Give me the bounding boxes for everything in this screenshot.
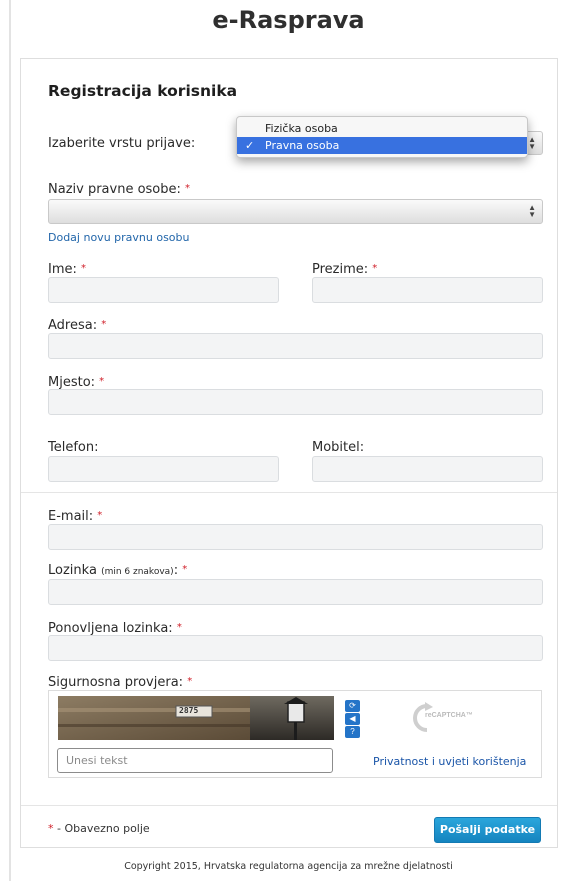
section-divider: [21, 492, 557, 493]
password-label: Lozinka (min 6 znakova): *: [48, 563, 188, 578]
first-name-input[interactable]: [48, 277, 279, 303]
registration-panel: Registracija korisnika Izaberite vrstu p…: [20, 58, 558, 848]
privacy-link[interactable]: Privatnost i uvjeti korištenja: [373, 755, 526, 768]
captcha-image-text: 2875: [179, 706, 199, 715]
city-label: Mjesto: *: [48, 375, 105, 390]
option-label: Pravna osoba: [265, 139, 340, 152]
mobile-label: Mobitel:: [312, 440, 365, 455]
audio-icon[interactable]: ◀: [345, 713, 360, 725]
captcha-label: Sigurnosna provjera: *: [48, 675, 193, 690]
password-input[interactable]: [48, 579, 543, 605]
add-legal-entity-link[interactable]: Dodaj novu pravnu osobu: [48, 231, 190, 244]
refresh-icon[interactable]: ⟳: [345, 700, 360, 712]
captcha-buttons: ⟳ ◀ ?: [345, 700, 360, 739]
captcha-image: 2875: [58, 696, 334, 740]
login-type-label: Izaberite vrstu prijave:: [48, 136, 196, 151]
mobile-input[interactable]: [312, 456, 543, 482]
phone-input[interactable]: [48, 456, 279, 482]
option-fizicka-osoba[interactable]: Fizička osoba: [237, 120, 527, 137]
required-note: * - Obavezno polje: [48, 822, 150, 835]
captcha-widget: 2875 ⟳ ◀ ? reCAPTCHA™ Unesi tekst Privat…: [48, 690, 542, 778]
check-icon: ✓: [245, 139, 255, 152]
first-name-label: Ime: *: [48, 262, 87, 277]
password-repeat-label: Ponovljena lozinka: *: [48, 621, 182, 636]
last-name-label: Prezime: *: [312, 262, 378, 277]
app-title: e-Rasprava: [212, 6, 365, 34]
option-label: Fizička osoba: [265, 122, 338, 135]
legal-entity-select[interactable]: ▲ ▼: [48, 199, 543, 224]
footer-divider: [21, 805, 557, 806]
last-name-input[interactable]: [312, 277, 543, 303]
address-label: Adresa: *: [48, 318, 107, 333]
password-repeat-input[interactable]: [48, 635, 543, 661]
select-arrows-icon: ▲ ▼: [528, 135, 536, 151]
email-label: E-mail: *: [48, 509, 103, 524]
copyright: Copyright 2015, Hrvatska regulatorna age…: [124, 861, 453, 872]
recaptcha-logo: reCAPTCHA™: [405, 701, 475, 735]
section-title: Registracija korisnika: [48, 82, 238, 100]
address-input[interactable]: [48, 333, 543, 359]
email-input[interactable]: [48, 524, 543, 550]
left-border: [9, 0, 11, 881]
captcha-input[interactable]: Unesi tekst: [57, 748, 333, 773]
help-icon[interactable]: ?: [345, 726, 360, 738]
phone-label: Telefon:: [48, 440, 99, 455]
login-type-dropdown[interactable]: Fizička osoba ✓ Pravna osoba: [236, 116, 528, 158]
legal-entity-label: Naziv pravne osobe: *: [48, 182, 191, 197]
recaptcha-logo-text: reCAPTCHA™: [425, 712, 473, 719]
option-pravna-osoba[interactable]: ✓ Pravna osoba: [237, 137, 527, 154]
submit-button[interactable]: Pošalji podatke: [434, 817, 541, 843]
select-arrows-icon: ▲ ▼: [528, 203, 536, 219]
city-input[interactable]: [48, 389, 543, 415]
